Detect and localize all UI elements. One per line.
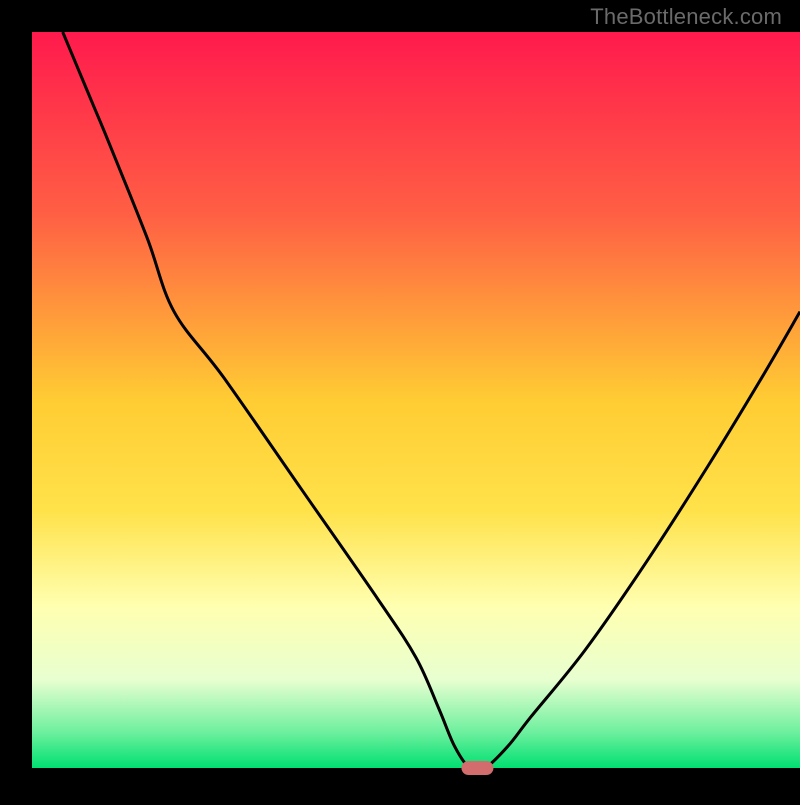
watermark-text: TheBottleneck.com: [590, 4, 782, 30]
chart-svg: [0, 0, 800, 800]
bottleneck-chart: [0, 0, 800, 800]
optimum-marker: [461, 761, 493, 775]
